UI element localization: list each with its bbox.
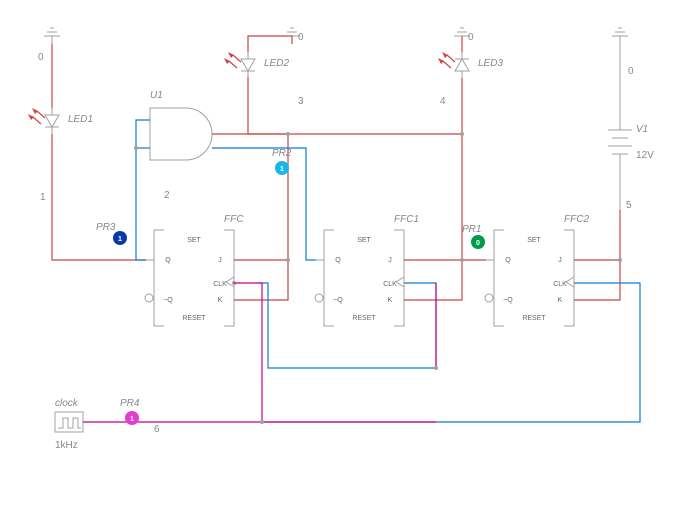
svg-text:4: 4 — [440, 96, 446, 107]
svg-text:PR3: PR3 — [96, 222, 116, 233]
svg-text:V1: V1 — [636, 124, 648, 135]
probe-pr2: PR2 1 — [272, 148, 292, 175]
svg-text:1: 1 — [280, 166, 284, 173]
led1-label: LED1 — [68, 114, 93, 125]
ffc2 — [485, 230, 574, 326]
svg-text:0: 0 — [38, 52, 44, 63]
svg-text:PR1: PR1 — [462, 224, 481, 235]
probe-pr3: PR3 1 — [96, 222, 127, 245]
led1-icon — [28, 108, 59, 134]
svg-text:0: 0 — [298, 32, 304, 43]
ffc2-label: FFC2 — [564, 214, 589, 225]
svg-text:3: 3 — [298, 96, 304, 107]
led3-icon — [438, 52, 469, 78]
svg-text:2: 2 — [164, 190, 170, 201]
led2-icon — [224, 52, 255, 78]
probe-pr4: PR4 1 — [120, 398, 140, 425]
svg-text:1: 1 — [40, 192, 46, 203]
and-gate: U1 — [150, 90, 212, 160]
svg-text:0: 0 — [476, 240, 480, 247]
svg-text:1kHz: 1kHz — [55, 440, 78, 451]
svg-text:5: 5 — [626, 200, 632, 211]
ground-icon — [612, 28, 628, 44]
clock-source: clock 1kHz — [55, 398, 83, 451]
svg-text:PR4: PR4 — [120, 398, 140, 409]
svg-text:1: 1 — [130, 416, 134, 423]
svg-text:PR2: PR2 — [272, 148, 292, 159]
svg-text:1: 1 — [118, 236, 122, 243]
net-blue — [136, 120, 640, 422]
led2-label: LED2 — [264, 58, 289, 69]
svg-text:6: 6 — [154, 424, 160, 435]
svg-text:U1: U1 — [150, 90, 163, 101]
ffc — [145, 230, 234, 326]
ffc1-label: FFC1 — [394, 214, 419, 225]
ffc-label: FFC — [224, 214, 244, 225]
ground-icon — [44, 28, 60, 44]
svg-text:clock: clock — [55, 398, 79, 409]
probe-pr1: PR1 0 — [462, 224, 485, 249]
ffc1 — [315, 230, 404, 326]
svg-text:12V: 12V — [636, 150, 654, 161]
svg-text:0: 0 — [468, 32, 474, 43]
svg-text:0: 0 — [628, 66, 634, 77]
led3-label: LED3 — [478, 58, 503, 69]
